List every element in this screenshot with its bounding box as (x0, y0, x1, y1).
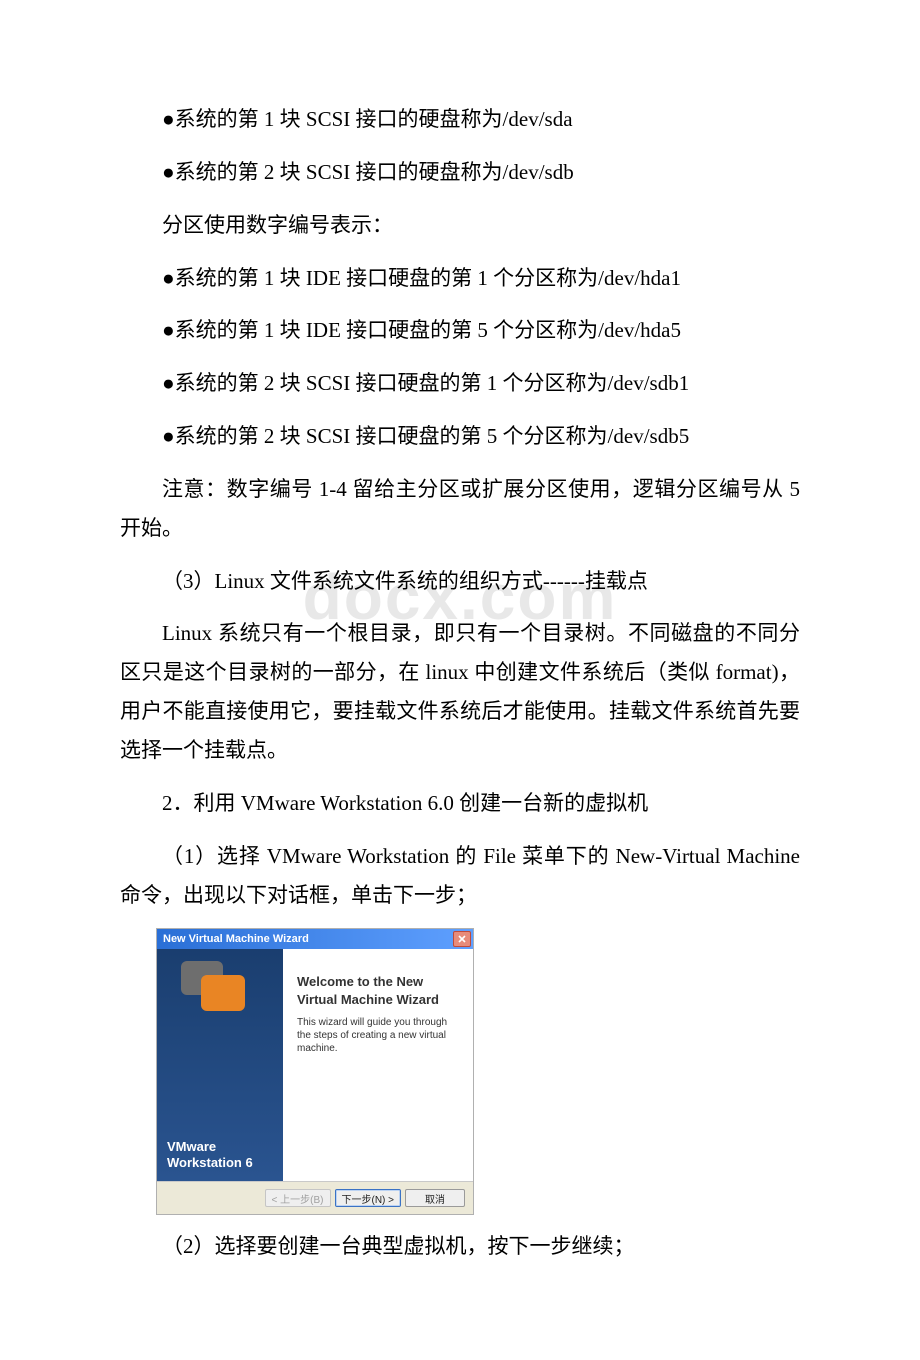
wizard-title: New Virtual Machine Wizard (163, 933, 453, 945)
wizard-window: New Virtual Machine Wizard (156, 928, 474, 1215)
wizard-heading: Welcome to the New Virtual Machine Wizar… (297, 973, 459, 1008)
wizard-body: VMware Workstation 6 Welcome to the New … (157, 949, 473, 1181)
paragraph: ●系统的第 1 块 SCSI 接口的硬盘称为/dev/sda (120, 100, 800, 139)
paragraph: ●系统的第 2 块 SCSI 接口的硬盘称为/dev/sdb (120, 153, 800, 192)
cancel-button[interactable]: 取消 (405, 1189, 465, 1207)
paragraph: 分区使用数字编号表示： (120, 206, 800, 245)
paragraph: ●系统的第 2 块 SCSI 接口硬盘的第 1 个分区称为/dev/sdb1 (120, 364, 800, 403)
brand-line-1: VMware (167, 1139, 253, 1155)
paragraph: 2．利用 VMware Workstation 6.0 创建一台新的虚拟机 (120, 784, 800, 823)
close-button[interactable] (453, 931, 471, 947)
wizard-brand: VMware Workstation 6 (167, 1139, 253, 1172)
heading-line-2: Virtual Machine Wizard (297, 991, 459, 1009)
paragraph: 注意：数字编号 1-4 留给主分区或扩展分区使用，逻辑分区编号从 5 开始。 (120, 470, 800, 548)
wizard-titlebar: New Virtual Machine Wizard (157, 929, 473, 949)
next-button[interactable]: 下一步(N) > (335, 1189, 402, 1207)
close-icon (458, 935, 466, 943)
paragraph: （2）选择要创建一台典型虚拟机，按下一步继续； (120, 1227, 800, 1266)
wizard-sidebar: VMware Workstation 6 (157, 949, 283, 1181)
paragraph: ●系统的第 2 块 SCSI 接口硬盘的第 5 个分区称为/dev/sdb5 (120, 417, 800, 456)
wizard-description: This wizard will guide you through the s… (297, 1016, 459, 1055)
document-content: ●系统的第 1 块 SCSI 接口的硬盘称为/dev/sda ●系统的第 2 块… (120, 100, 800, 1266)
paragraph: （1）选择 VMware Workstation 的 File 菜单下的 New… (120, 837, 800, 915)
document-page: docx.com ●系统的第 1 块 SCSI 接口的硬盘称为/dev/sda … (0, 0, 920, 1360)
back-button[interactable]: < 上一步(B) (265, 1189, 331, 1207)
heading-line-1: Welcome to the New (297, 973, 459, 991)
wizard-footer: < 上一步(B) 下一步(N) > 取消 (157, 1181, 473, 1214)
vmware-logo-icon (181, 961, 251, 1013)
paragraph: Linux 系统只有一个根目录，即只有一个目录树。不同磁盘的不同分区只是这个目录… (120, 614, 800, 769)
wizard-content: Welcome to the New Virtual Machine Wizar… (283, 949, 473, 1181)
paragraph: （3）Linux 文件系统文件系统的组织方式------挂载点 (120, 562, 800, 601)
paragraph: ●系统的第 1 块 IDE 接口硬盘的第 1 个分区称为/dev/hda1 (120, 259, 800, 298)
brand-line-2: Workstation 6 (167, 1155, 253, 1171)
paragraph: ●系统的第 1 块 IDE 接口硬盘的第 5 个分区称为/dev/hda5 (120, 311, 800, 350)
wizard-screenshot: New Virtual Machine Wizard (156, 928, 800, 1215)
